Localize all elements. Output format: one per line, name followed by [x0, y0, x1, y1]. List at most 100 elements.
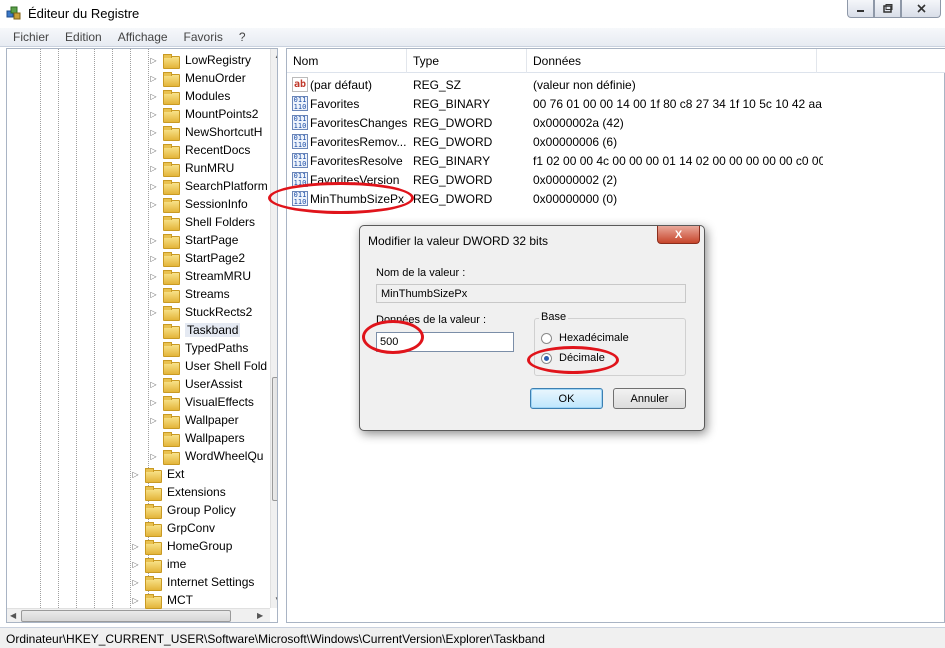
- tree-item[interactable]: ▷ MenuOrder: [149, 69, 246, 87]
- tree-item[interactable]: ▷ MCT: [131, 591, 193, 609]
- tree-item[interactable]: ▷ StreamMRU: [149, 267, 251, 285]
- list-row[interactable]: 011 110 FavoritesRemov... REG_DWORD 0x000000…: [287, 132, 945, 151]
- ok-button[interactable]: OK: [530, 388, 603, 409]
- cell-data: 0x00000006 (6): [533, 134, 618, 149]
- tree-horizontal-scrollbar[interactable]: ◀ ▶: [7, 608, 270, 622]
- tree-item[interactable]: ▷ StartPage2: [149, 249, 245, 267]
- expand-arrow-icon: [149, 434, 158, 443]
- folder-icon: [163, 269, 180, 285]
- tree-item[interactable]: ▷ StartPage: [149, 231, 238, 249]
- tree-item[interactable]: ▷ Ext: [131, 465, 184, 483]
- folder-icon: [163, 215, 180, 231]
- expand-arrow-icon[interactable]: ▷: [131, 596, 140, 605]
- tree-item[interactable]: ▷ MountPoints2: [149, 105, 258, 123]
- tree-item[interactable]: ▷ SearchPlatform: [149, 177, 268, 195]
- tree-hscroll-thumb[interactable]: [21, 610, 231, 622]
- folder-icon: [145, 575, 162, 591]
- expand-arrow-icon[interactable]: ▷: [149, 164, 158, 173]
- tree-item[interactable]: ▷ Wallpaper: [149, 411, 239, 429]
- dialog-close-button[interactable]: X: [657, 226, 700, 244]
- tree-item[interactable]: ▷ HomeGroup: [131, 537, 232, 555]
- expand-arrow-icon[interactable]: ▷: [149, 452, 158, 461]
- folder-icon: [163, 431, 180, 447]
- expand-arrow-icon[interactable]: ▷: [149, 416, 158, 425]
- tree-item[interactable]: ▷ UserAssist: [149, 375, 242, 393]
- tree-item[interactable]: ▷ VisualEffects: [149, 393, 254, 411]
- tree-item[interactable]: ▷ Modules: [149, 87, 230, 105]
- tree-item[interactable]: Extensions: [131, 483, 226, 501]
- tree-item[interactable]: ▷ Internet Settings: [131, 573, 254, 591]
- tree-item[interactable]: ▷ WordWheelQu: [149, 447, 263, 465]
- tree-item[interactable]: ▷ LowRegistry: [149, 51, 251, 69]
- expand-arrow-icon[interactable]: ▷: [149, 308, 158, 317]
- folder-icon: [163, 341, 180, 357]
- menu-bar: Fichier Edition Affichage Favoris ?: [0, 28, 945, 47]
- menu-affichage[interactable]: Affichage: [110, 28, 176, 47]
- tree-item[interactable]: ▷ StuckRects2: [149, 303, 252, 321]
- scroll-up-icon[interactable]: ▲: [274, 51, 277, 60]
- expand-arrow-icon[interactable]: ▷: [149, 398, 158, 407]
- menu-fichier[interactable]: Fichier: [5, 28, 57, 47]
- tree-item[interactable]: User Shell Fold: [149, 357, 267, 375]
- tree-item[interactable]: TypedPaths: [149, 339, 248, 357]
- expand-arrow-icon[interactable]: ▷: [149, 146, 158, 155]
- expand-arrow-icon[interactable]: ▷: [149, 200, 158, 209]
- expand-arrow-icon[interactable]: ▷: [149, 254, 158, 263]
- close-window-button[interactable]: [901, 0, 941, 18]
- list-row[interactable]: 011 110 FavoritesResolve REG_BINARY f1 02 00…: [287, 151, 945, 170]
- cancel-button[interactable]: Annuler: [613, 388, 686, 409]
- cell-name: (par défaut): [310, 77, 373, 92]
- expand-arrow-icon[interactable]: ▷: [149, 92, 158, 101]
- tree-item[interactable]: Wallpapers: [149, 429, 245, 447]
- tree-item[interactable]: Shell Folders: [149, 213, 255, 231]
- list-row[interactable]: ab (par défaut) REG_SZ (valeur non définie): [287, 75, 945, 94]
- tree-item[interactable]: ▷ ime: [131, 555, 186, 573]
- expand-arrow-icon[interactable]: ▷: [131, 470, 140, 479]
- tree-item[interactable]: ▷ SessionInfo: [149, 195, 248, 213]
- tree-item[interactable]: Group Policy: [131, 501, 236, 519]
- expand-arrow-icon[interactable]: ▷: [149, 290, 158, 299]
- menu-help[interactable]: ?: [231, 28, 254, 47]
- minimize-button[interactable]: [847, 0, 874, 18]
- menu-edition[interactable]: Edition: [57, 28, 110, 47]
- tree-item[interactable]: ▷ RunMRU: [149, 159, 234, 177]
- maximize-button[interactable]: [874, 0, 901, 18]
- folder-icon: [163, 53, 180, 69]
- scroll-left-icon[interactable]: ◀: [10, 611, 16, 620]
- value-name-label: Nom de la valeur :: [376, 267, 466, 279]
- expand-arrow-icon[interactable]: ▷: [149, 128, 158, 137]
- scroll-right-icon[interactable]: ▶: [257, 611, 263, 620]
- menu-favoris[interactable]: Favoris: [176, 28, 231, 47]
- tree-item[interactable]: ▷ NewShortcutH: [149, 123, 262, 141]
- column-header-data[interactable]: Données: [527, 49, 817, 73]
- expand-arrow-icon: [149, 344, 158, 353]
- radio-hexadecimal-label[interactable]: Hexadécimale: [557, 332, 631, 344]
- expand-arrow-icon[interactable]: ▷: [149, 74, 158, 83]
- tree-item[interactable]: ▷ Streams: [149, 285, 230, 303]
- scroll-down-icon[interactable]: ▼: [274, 595, 277, 604]
- expand-arrow-icon[interactable]: ▷: [149, 272, 158, 281]
- expand-arrow-icon[interactable]: ▷: [149, 110, 158, 119]
- tree-item[interactable]: GrpConv: [131, 519, 215, 537]
- binary-value-icon: 011 110: [292, 96, 308, 111]
- expand-arrow-icon[interactable]: ▷: [149, 380, 158, 389]
- cell-data: 0x00000002 (2): [533, 172, 618, 187]
- expand-arrow-icon[interactable]: ▷: [149, 56, 158, 65]
- expand-arrow-icon[interactable]: ▷: [149, 182, 158, 191]
- expand-arrow-icon[interactable]: ▷: [149, 236, 158, 245]
- cell-name: FavoritesRemov...: [310, 134, 407, 149]
- list-row[interactable]: 011 110 FavoritesChanges REG_DWORD 0x0000002…: [287, 113, 945, 132]
- expand-arrow-icon: [131, 488, 140, 497]
- expand-arrow-icon[interactable]: ▷: [131, 560, 140, 569]
- column-header-type[interactable]: Type: [407, 49, 527, 73]
- radio-hexadecimal[interactable]: [541, 333, 552, 344]
- tree-item[interactable]: ▷ RecentDocs: [149, 141, 250, 159]
- registry-tree[interactable]: ▲ ▼ ◀ ▶ ▷ LowRegistry ▷ MenuOrder ▷ Modules ▷ M…: [6, 48, 278, 623]
- column-header-name[interactable]: Nom: [287, 49, 407, 73]
- expand-arrow-icon[interactable]: ▷: [131, 578, 140, 587]
- tree-item[interactable]: Taskband: [149, 321, 241, 339]
- expand-arrow-icon[interactable]: ▷: [131, 542, 140, 551]
- tree-vscroll-thumb[interactable]: [272, 377, 277, 501]
- tree-vertical-scrollbar[interactable]: ▲ ▼: [270, 49, 277, 608]
- list-row[interactable]: 011 110 Favorites REG_BINARY 00 76 01 00 00 …: [287, 94, 945, 113]
